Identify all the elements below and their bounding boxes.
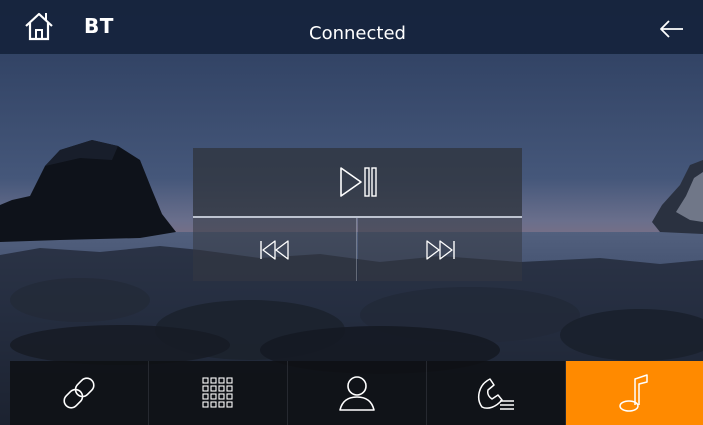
back-button[interactable] xyxy=(657,14,687,44)
top-bar: BT Connected xyxy=(0,0,703,54)
controls-divider xyxy=(356,218,357,281)
next-track-icon xyxy=(426,239,455,260)
nav-call-log-button[interactable] xyxy=(427,361,566,425)
link-icon xyxy=(63,377,95,409)
play-pause-icon xyxy=(339,167,377,197)
media-control-panel xyxy=(193,148,522,281)
bottom-nav xyxy=(10,361,703,425)
call-log-icon xyxy=(477,378,514,410)
connection-status: Connected xyxy=(309,23,406,44)
previous-track-icon xyxy=(259,239,289,260)
bt-music-screen: BT Connected xyxy=(0,0,703,425)
music-note-icon xyxy=(618,374,648,412)
dialpad-icon xyxy=(202,377,233,408)
play-pause-button[interactable] xyxy=(193,148,522,216)
nav-link-button[interactable] xyxy=(10,361,149,425)
next-track-button[interactable] xyxy=(358,218,522,281)
contacts-icon xyxy=(339,376,375,411)
previous-track-button[interactable] xyxy=(193,218,356,281)
nav-dialpad-button[interactable] xyxy=(149,361,288,425)
back-arrow-icon xyxy=(660,20,683,38)
nav-contacts-button[interactable] xyxy=(288,361,427,425)
nav-music-button[interactable] xyxy=(566,361,703,425)
